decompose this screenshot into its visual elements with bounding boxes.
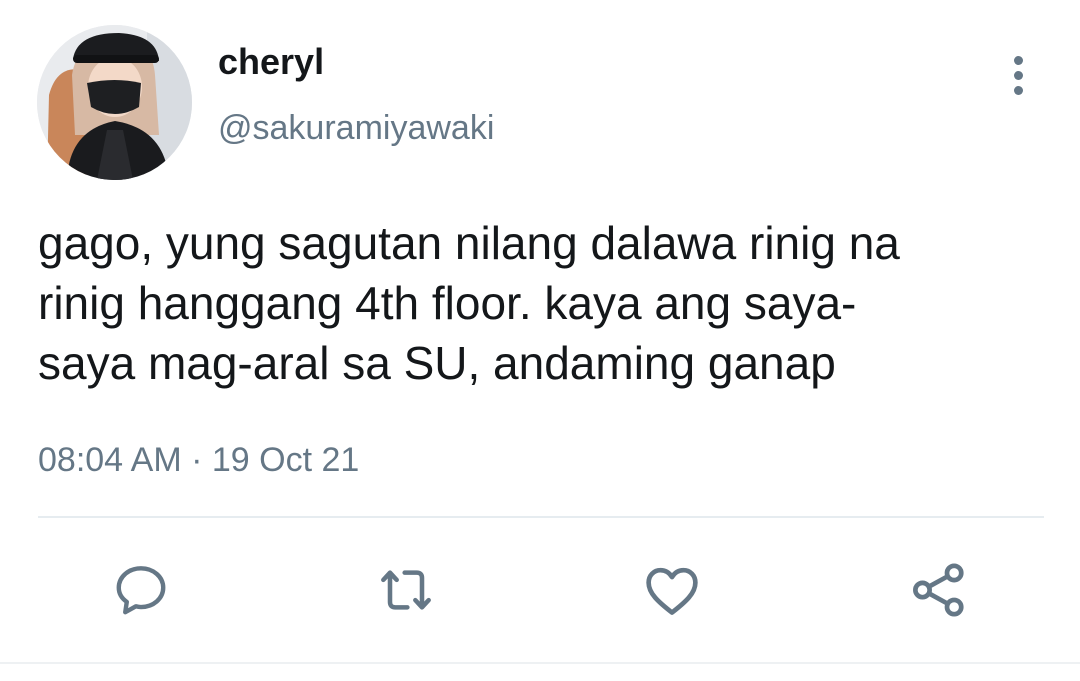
divider <box>38 516 1044 518</box>
user-handle[interactable]: @sakuramiyawaki <box>218 104 494 152</box>
tweet-text-line: saya mag-aral sa SU, andaming ganap <box>38 337 836 389</box>
meta-separator: · <box>191 441 203 479</box>
share-icon <box>913 563 964 617</box>
share-button[interactable] <box>904 555 974 625</box>
tweet-text-line: gago, yung sagutan nilang dalawa rinig n… <box>38 217 900 269</box>
like-icon <box>646 567 698 615</box>
more-dot-icon <box>1013 85 1023 95</box>
tweet-text: gago, yung sagutan nilang dalawa rinig n… <box>38 213 1058 393</box>
tweet-date: 19 Oct 21 <box>211 441 360 479</box>
display-name[interactable]: cheryl <box>218 38 324 86</box>
avatar-photo <box>37 25 192 180</box>
retweet-button[interactable] <box>371 555 441 625</box>
action-bar <box>0 555 1080 625</box>
more-options-button[interactable] <box>996 50 1040 100</box>
tweet-timestamp[interactable]: 08:04 AM · 19 Oct 21 <box>38 438 359 482</box>
tweet-text-line: rinig hanggang 4th floor. kaya ang saya- <box>38 277 857 329</box>
more-dot-icon <box>1013 70 1023 80</box>
avatar[interactable] <box>37 25 192 180</box>
retweet-icon <box>381 570 431 610</box>
tweet-card: cheryl @sakuramiyawaki gago, yung saguta… <box>0 0 1080 681</box>
like-button[interactable] <box>637 555 707 625</box>
reply-button[interactable] <box>106 555 176 625</box>
more-dot-icon <box>1013 55 1023 65</box>
bottom-divider <box>0 662 1080 664</box>
reply-icon <box>116 566 166 615</box>
tweet-time: 08:04 AM <box>38 441 182 479</box>
